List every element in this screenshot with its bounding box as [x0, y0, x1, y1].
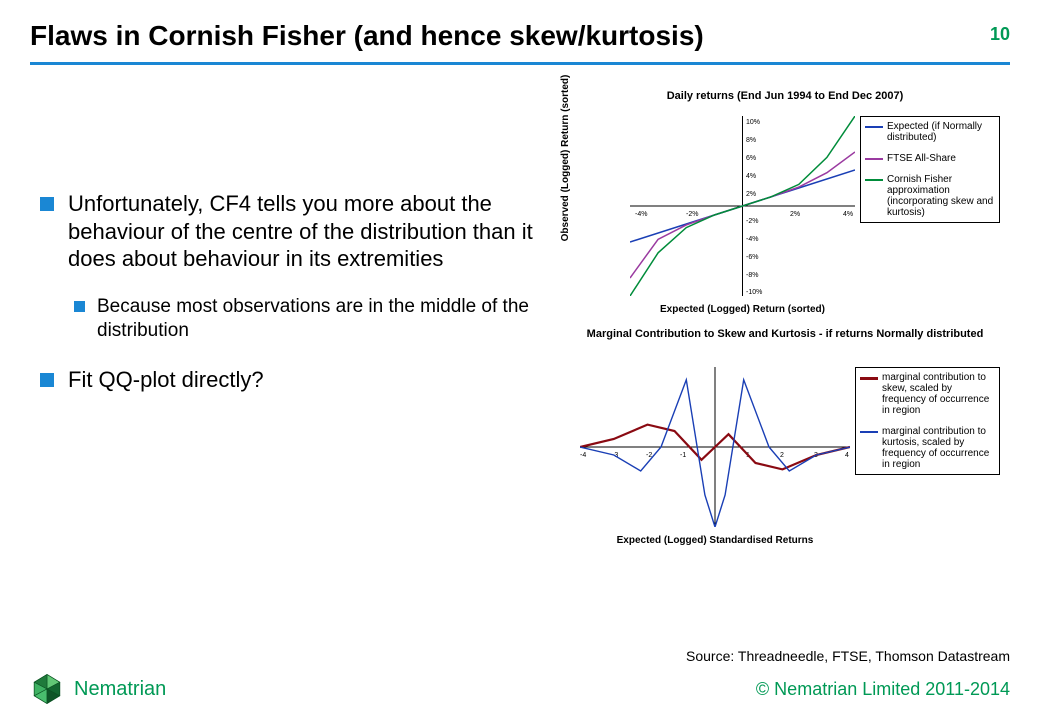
- svg-text:-8%: -8%: [746, 272, 758, 279]
- charts-panel: Daily returns (End Jun 1994 to End Dec 2…: [560, 90, 1010, 563]
- bullet-1-sub-text: Because most observations are in the mid…: [97, 295, 540, 344]
- svg-text:-4%: -4%: [635, 211, 647, 218]
- svg-text:-6%: -6%: [746, 254, 758, 261]
- svg-text:-4%: -4%: [746, 236, 758, 243]
- svg-text:10%: 10%: [746, 119, 760, 126]
- legend-label: marginal contribution to skew, scaled by…: [882, 372, 995, 416]
- svg-text:6%: 6%: [746, 155, 756, 162]
- legend-swatch: [865, 126, 883, 128]
- chart2-xlabel: Expected (Logged) Standardised Returns: [580, 535, 850, 546]
- source-line: Source: Threadneedle, FTSE, Thomson Data…: [560, 648, 1010, 664]
- bullet-icon: [40, 373, 54, 387]
- bullet-1-text: Unfortunately, CF4 tells you more about …: [68, 190, 540, 273]
- svg-text:8%: 8%: [746, 137, 756, 144]
- svg-text:-10%: -10%: [746, 289, 762, 296]
- svg-text:4%: 4%: [746, 173, 756, 180]
- svg-text:-2%: -2%: [686, 211, 698, 218]
- brand-logo-icon: [30, 672, 64, 706]
- chart2-plot: -4 -3 -2 -1 1 2 3 4: [580, 367, 850, 527]
- slide: Flaws in Cornish Fisher (and hence skew/…: [0, 0, 1040, 720]
- legend-item: marginal contribution to skew, scaled by…: [860, 372, 995, 416]
- bullet-2: Fit QQ-plot directly?: [40, 366, 540, 394]
- chart-2: -4 -3 -2 -1 1 2 3 4 marginal contributio…: [560, 363, 1000, 563]
- svg-text:-2%: -2%: [746, 218, 758, 225]
- slide-header: Flaws in Cornish Fisher (and hence skew/…: [30, 20, 1010, 52]
- chart-1: Observed (Logged) Return (sorted) -4% -2…: [560, 108, 1000, 328]
- copyright: © Nematrian Limited 2011-2014: [756, 679, 1010, 700]
- svg-text:2%: 2%: [790, 211, 800, 218]
- brand-name: Nematrian: [74, 678, 166, 701]
- svg-text:-1: -1: [680, 452, 686, 459]
- legend-item: Expected (if Normally distributed): [865, 121, 995, 143]
- page-number: 10: [990, 24, 1010, 45]
- legend-label: Expected (if Normally distributed): [887, 121, 995, 143]
- chart1-ylabel: Observed (Logged) Return (sorted): [560, 0, 571, 148]
- chart1-title: Daily returns (End Jun 1994 to End Dec 2…: [560, 90, 1010, 102]
- chart1-legend: Expected (if Normally distributed) FTSE …: [860, 116, 1000, 223]
- chart1-xlabel: Expected (Logged) Return (sorted): [630, 304, 855, 315]
- bullet-icon: [74, 301, 85, 312]
- svg-text:4: 4: [845, 452, 849, 459]
- svg-text:4%: 4%: [843, 211, 853, 218]
- chart1-plot: -4% -2% 2% 4% 10% 8% 6% 4% 2% -2% -4% -6…: [630, 116, 855, 296]
- bullet-2-text: Fit QQ-plot directly?: [68, 366, 264, 394]
- legend-swatch: [865, 179, 883, 181]
- legend-item: marginal contribution to kurtosis, scale…: [860, 426, 995, 470]
- legend-swatch: [865, 158, 883, 160]
- legend-label: FTSE All-Share: [887, 153, 956, 164]
- legend-swatch: [860, 377, 878, 380]
- svg-text:-4: -4: [580, 452, 586, 459]
- page-title: Flaws in Cornish Fisher (and hence skew/…: [30, 20, 1010, 52]
- bullet-1: Unfortunately, CF4 tells you more about …: [40, 190, 540, 273]
- legend-swatch: [860, 431, 878, 433]
- legend-label: Cornish Fisher approximation (incorporat…: [887, 174, 995, 218]
- legend-item: FTSE All-Share: [865, 153, 995, 164]
- bullet-1-sub: Because most observations are in the mid…: [74, 295, 540, 344]
- svg-text:2: 2: [780, 452, 784, 459]
- legend-label: marginal contribution to kurtosis, scale…: [882, 426, 995, 470]
- chart2-legend: marginal contribution to skew, scaled by…: [855, 367, 1000, 475]
- slide-footer: Nematrian © Nematrian Limited 2011-2014: [30, 672, 1010, 706]
- header-rule: [30, 62, 1010, 65]
- chart2-title: Marginal Contribution to Skew and Kurtos…: [560, 328, 1010, 341]
- svg-text:2%: 2%: [746, 191, 756, 198]
- bullet-icon: [40, 197, 54, 211]
- legend-item: Cornish Fisher approximation (incorporat…: [865, 174, 995, 218]
- body-bullets: Unfortunately, CF4 tells you more about …: [40, 190, 540, 415]
